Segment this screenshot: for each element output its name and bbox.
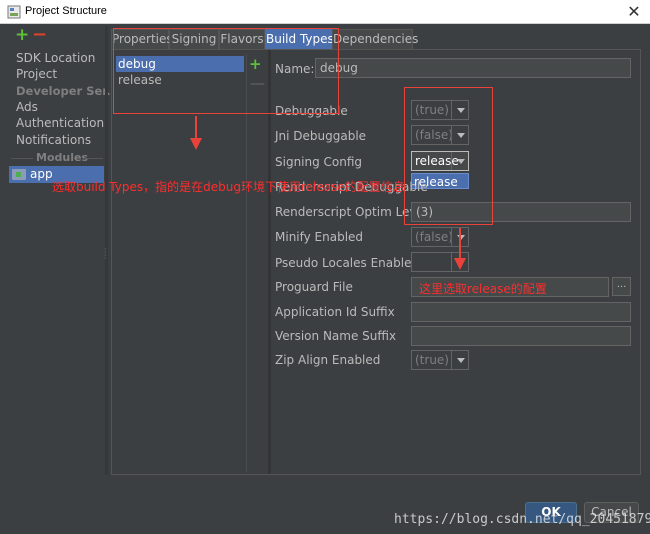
- splitter-grip-icon[interactable]: · · · ·: [104, 246, 107, 263]
- modules-header: Modules: [36, 151, 88, 164]
- divider: [83, 158, 103, 159]
- annotation-box-signing: [404, 87, 493, 225]
- tab-dependencies[interactable]: Dependencies: [332, 29, 418, 49]
- sidebar-header-developer-services: Developer Ser...: [16, 84, 120, 98]
- window-titlebar: Project Structure ✕: [0, 0, 650, 24]
- sidebar-item-ads[interactable]: Ads: [16, 100, 38, 114]
- pseudo-locales-label: Pseudo Locales Enabled: [275, 256, 420, 270]
- annotation-note-build-types: 选取build Types，指的是在debug环境下使用release的配置信息: [52, 180, 405, 194]
- close-icon[interactable]: ✕: [624, 2, 644, 22]
- zip-align-label: Zip Align Enabled: [275, 353, 381, 367]
- chevron-down-icon[interactable]: [451, 351, 468, 369]
- zip-align-select[interactable]: (true): [411, 350, 469, 370]
- zip-align-value: (true): [415, 353, 449, 367]
- add-icon[interactable]: +: [15, 25, 29, 45]
- modules-section-header: Modules: [7, 151, 106, 165]
- sidebar-item-authentication[interactable]: Authentication: [16, 116, 104, 130]
- jni-debuggable-label: Jni Debuggable: [275, 129, 367, 143]
- build-types-list: debug release: [114, 54, 246, 472]
- version-name-suffix-field[interactable]: [411, 326, 631, 346]
- module-folder-icon: [12, 169, 26, 180]
- annotation-note-signing: 这里选取release的配置: [419, 282, 547, 296]
- window-title: Project Structure: [25, 5, 107, 17]
- proguard-file-label: Proguard File: [275, 280, 353, 294]
- signing-config-label: Signing Config: [275, 155, 363, 169]
- watermark: https://blog.csdn.net/qq_20451879: [394, 512, 650, 527]
- module-label: app: [30, 167, 53, 181]
- sidebar-item-notifications[interactable]: Notifications: [16, 133, 91, 147]
- divider: [11, 158, 33, 159]
- project-structure-icon: [7, 5, 21, 19]
- annotation-box-build-types: [113, 28, 339, 114]
- minify-enabled-label: Minify Enabled: [275, 230, 364, 244]
- annotation-arrow-down-icon: [454, 228, 466, 270]
- annotation-arrow-down-icon: [190, 116, 202, 150]
- sidebar-item-project[interactable]: Project: [16, 67, 57, 81]
- remove-icon[interactable]: −: [32, 24, 47, 45]
- list-divider: [246, 54, 247, 472]
- browse-button[interactable]: ...: [612, 277, 631, 296]
- application-id-suffix-field[interactable]: [411, 302, 631, 322]
- version-name-suffix-label: Version Name Suffix: [275, 329, 397, 343]
- minify-enabled-value: (false): [415, 230, 453, 244]
- sidebar: + − SDK Location Project Developer Ser..…: [7, 24, 119, 474]
- application-id-suffix-label: Application Id Suffix: [275, 305, 395, 319]
- sidebar-item-sdk-location[interactable]: SDK Location: [16, 51, 95, 65]
- name-field[interactable]: debug: [315, 58, 631, 78]
